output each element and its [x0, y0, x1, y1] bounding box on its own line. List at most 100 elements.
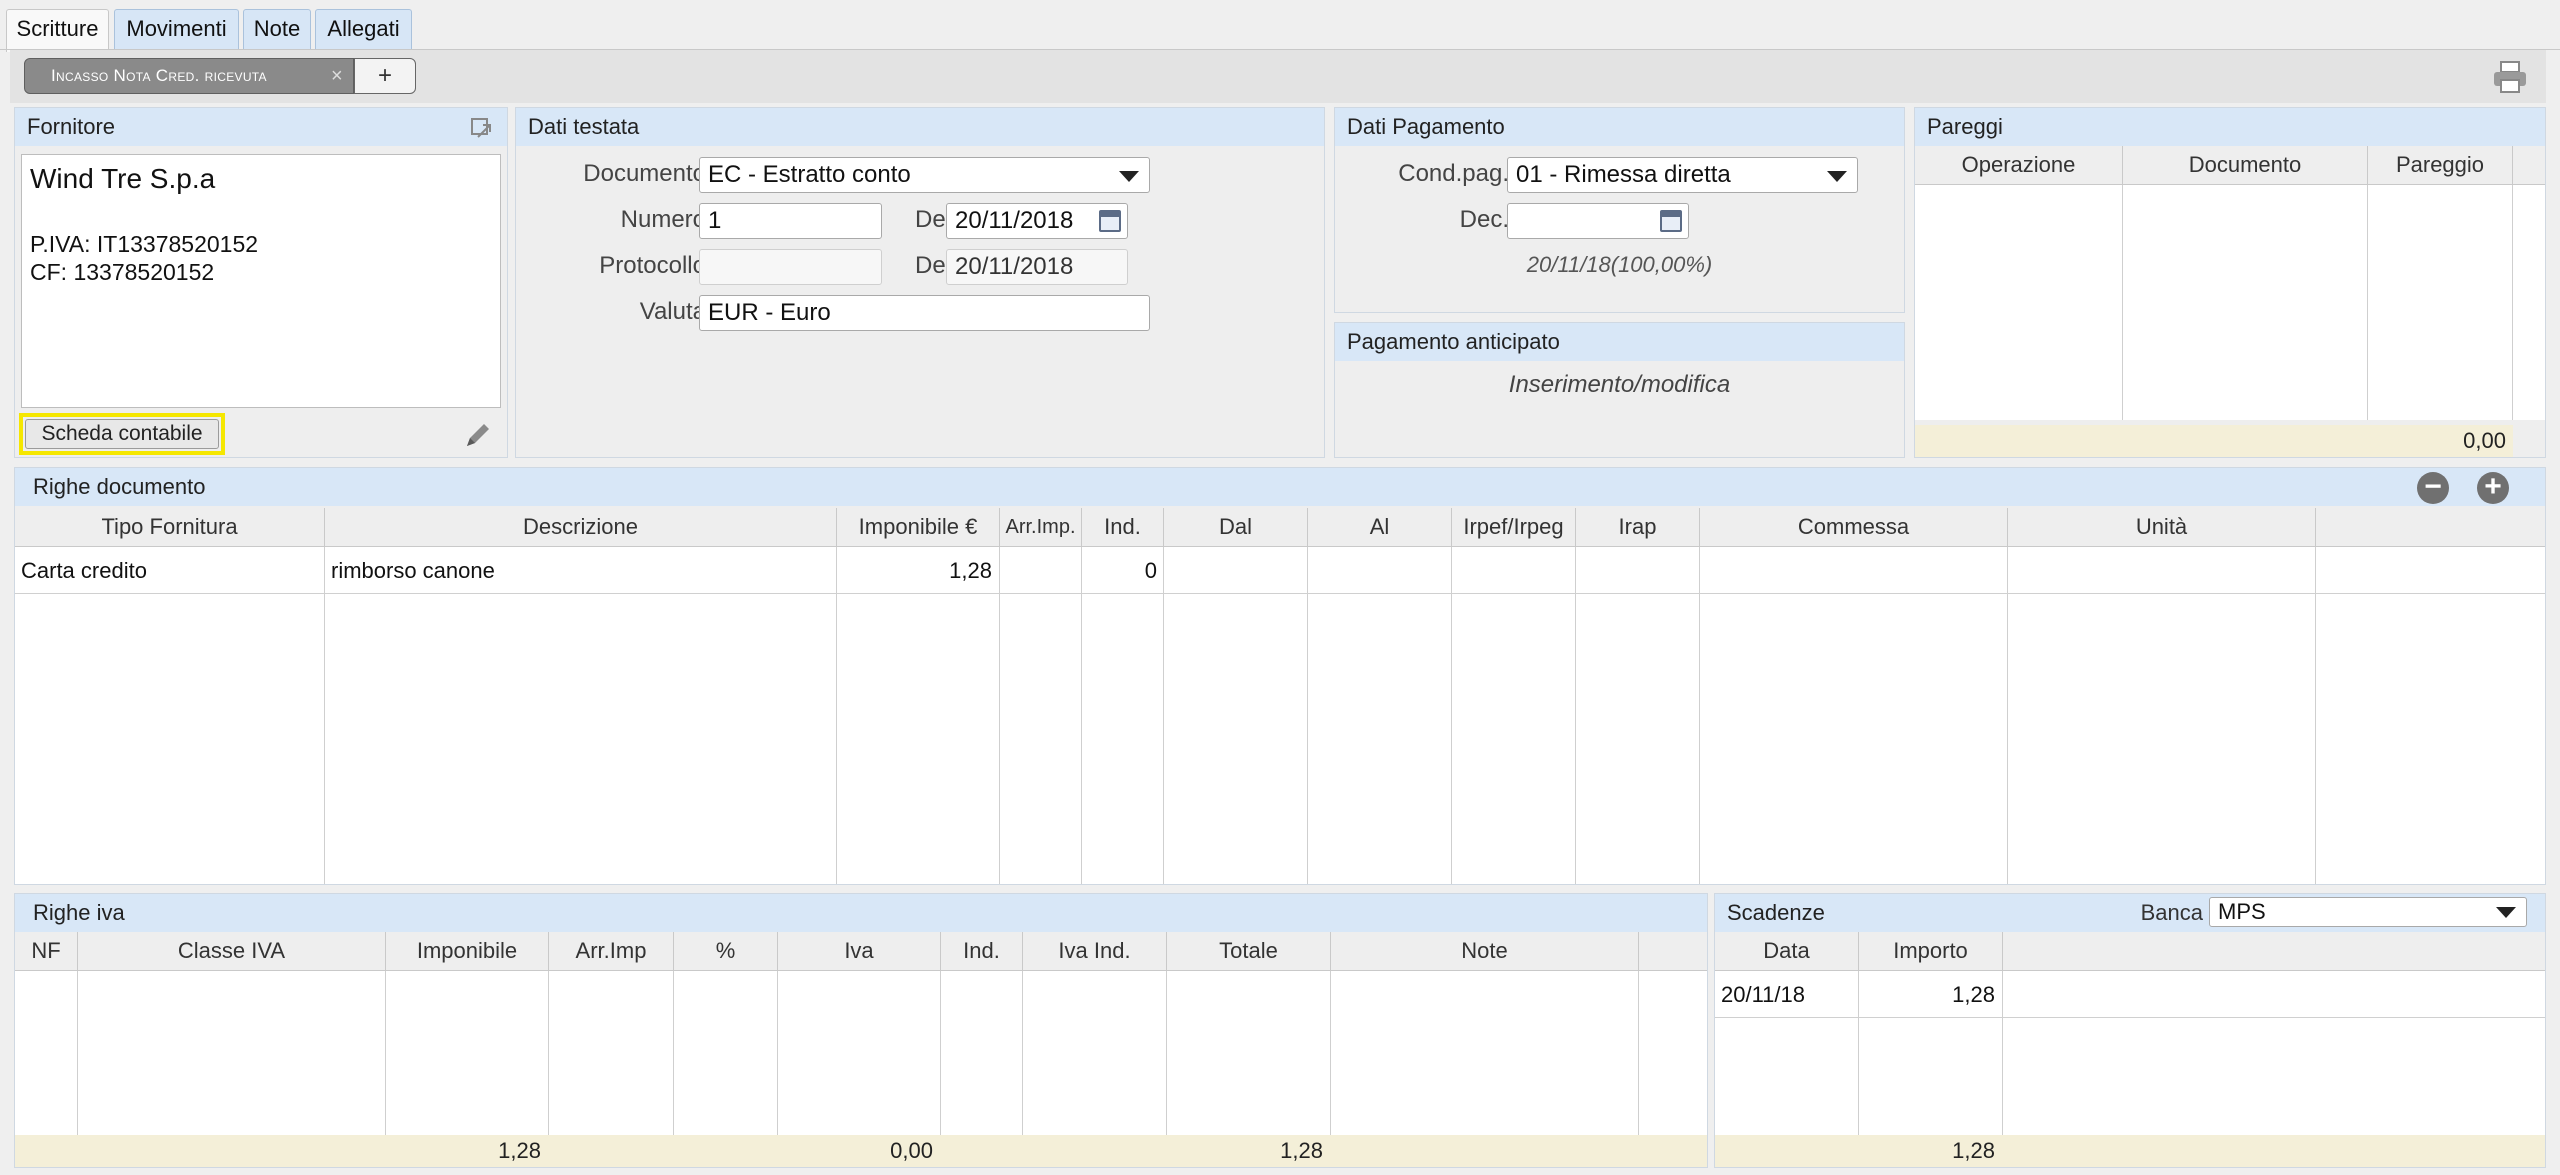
valuta-field[interactable]: EUR - Euro: [699, 295, 1150, 331]
document-type-label: Incasso Nota Cred. ricevuta: [51, 66, 267, 85]
table-row[interactable]: 20/11/18 1,28: [1715, 973, 2545, 1017]
testata-header: Dati testata: [516, 108, 1324, 146]
col-irpef-irpeg[interactable]: Irpef/Irpeg: [1452, 508, 1576, 546]
col-importo[interactable]: Importo: [1859, 932, 2003, 970]
cell-tipo-fornitura: Carta credito: [21, 558, 147, 583]
documento-select[interactable]: EC - Estratto conto: [699, 157, 1150, 193]
pareggi-panel: Pareggi Operazione Documento Pareggio 0,…: [1914, 107, 2546, 458]
anticipato-title: Pagamento anticipato: [1347, 329, 1560, 354]
dec-date-field[interactable]: [1507, 203, 1689, 239]
chevron-down-icon: [1119, 171, 1139, 182]
col-al[interactable]: Al: [1308, 508, 1452, 546]
scadenze-title: Scadenze: [1727, 900, 1825, 925]
col-descrizione[interactable]: Descrizione: [325, 508, 837, 546]
col-irap[interactable]: Irap: [1576, 508, 1700, 546]
add-document-tab-button[interactable]: +: [354, 58, 416, 94]
chevron-down-icon: [1827, 171, 1847, 182]
testata-title: Dati testata: [528, 114, 640, 139]
add-row-button[interactable]: +: [2477, 472, 2509, 504]
dec-label: Dec.: [1459, 206, 1509, 233]
protocollo-date-field[interactable]: 20/11/2018: [946, 249, 1128, 285]
fornitore-header: Fornitore: [15, 108, 507, 146]
iva-total-imponibile: 1,28: [498, 1138, 541, 1163]
banca-label: Banca: [2140, 900, 2203, 925]
calendar-icon[interactable]: [1660, 210, 1682, 232]
col-arr-imp[interactable]: Arr.Imp.: [1000, 508, 1082, 546]
col-classe-iva[interactable]: Classe IVA: [78, 932, 386, 970]
col-note[interactable]: Note: [1331, 932, 1639, 970]
col-iva[interactable]: Iva: [778, 932, 941, 970]
scheda-highlight: Scheda contabile: [19, 413, 225, 455]
col-commessa[interactable]: Commessa: [1700, 508, 2008, 546]
pareggi-grid-header: Operazione Documento Pareggio: [1915, 146, 2545, 185]
pagamento-summary: 20/11/18(100,00%): [1526, 252, 1713, 277]
col-documento[interactable]: Documento: [2123, 146, 2368, 184]
banca-select[interactable]: MPS: [2209, 897, 2527, 927]
pareggi-title: Pareggi: [1927, 114, 2003, 139]
cell-descrizione: rimborso canone: [331, 558, 495, 583]
pagamento-header: Dati Pagamento: [1335, 108, 1904, 146]
del2-label: Del: [914, 252, 951, 279]
table-row[interactable]: Carta credito rimborso canone 1,28 0: [15, 549, 2545, 593]
col-iva-ind[interactable]: Ind.: [941, 932, 1023, 970]
righe-documento-panel: Righe documento − + Tipo Fornitura Descr…: [14, 467, 2546, 885]
col-imponibile[interactable]: Imponibile €: [837, 508, 1000, 546]
col-iva-ind-amount[interactable]: Iva Ind.: [1023, 932, 1167, 970]
fornitore-address-box: Wind Tre S.p.a P.IVA: IT13378520152 CF: …: [21, 154, 501, 408]
chevron-down-icon: [2496, 907, 2516, 918]
righe-iva-header: Righe iva: [15, 894, 1707, 932]
righe-documento-grid-header: Tipo Fornitura Descrizione Imponibile € …: [15, 508, 2545, 547]
col-dal[interactable]: Dal: [1164, 508, 1308, 546]
testata-panel: Dati testata Documento EC - Estratto con…: [515, 107, 1325, 458]
protocollo-field[interactable]: [699, 249, 882, 285]
tab-note[interactable]: Note: [243, 9, 311, 50]
col-iva-imponibile[interactable]: Imponibile: [386, 932, 549, 970]
tab-movimenti[interactable]: Movimenti: [114, 9, 239, 50]
pagamento-panel: Dati Pagamento Cond.pag. 01 - Rimessa di…: [1334, 107, 1905, 313]
remove-row-button[interactable]: −: [2417, 472, 2449, 504]
cell-ind: 0: [1144, 558, 1157, 583]
document-toolbar: Incasso Nota Cred. ricevuta × +: [10, 49, 2546, 103]
righe-documento-grid-body: Carta credito rimborso canone 1,28 0: [15, 547, 2545, 884]
link-icon[interactable]: [469, 116, 493, 140]
col-nf[interactable]: NF: [15, 932, 78, 970]
close-icon[interactable]: ×: [331, 59, 343, 93]
righe-iva-grid-header: NF Classe IVA Imponibile Arr.Imp % Iva I…: [15, 932, 1707, 971]
iva-total-totale: 1,28: [1280, 1138, 1323, 1163]
calendar-icon[interactable]: [1099, 210, 1121, 232]
col-unita[interactable]: Unità: [2008, 508, 2316, 546]
scheda-contabile-button[interactable]: Scheda contabile: [25, 419, 219, 449]
numero-label: Numero: [620, 206, 706, 233]
numero-field[interactable]: 1: [699, 203, 882, 239]
documento-label: Documento: [583, 160, 706, 187]
col-pareggio[interactable]: Pareggio: [2368, 146, 2513, 184]
pareggi-grid-body: [1915, 185, 2545, 420]
tab-allegati[interactable]: Allegati: [315, 9, 412, 50]
scadenze-grid-header: Data Importo: [1715, 932, 2545, 971]
righe-iva-title: Righe iva: [33, 900, 125, 925]
cond-pag-select[interactable]: 01 - Rimessa diretta: [1507, 157, 1858, 193]
document-type-tab[interactable]: Incasso Nota Cred. ricevuta ×: [24, 58, 354, 94]
col-percent[interactable]: %: [674, 932, 778, 970]
fornitore-piva: P.IVA: IT13378520152: [30, 231, 259, 257]
printer-icon[interactable]: [2492, 60, 2528, 94]
pareggi-total: 0,00: [2463, 428, 2506, 453]
col-tipo-fornitura[interactable]: Tipo Fornitura: [15, 508, 325, 546]
righe-iva-panel: Righe iva NF Classe IVA Imponibile Arr.I…: [14, 893, 1708, 1168]
protocollo-label: Protocollo: [599, 252, 706, 279]
tab-scritture[interactable]: Scritture: [6, 9, 109, 52]
pareggi-footer: 0,00: [1915, 425, 2513, 457]
fornitore-name: Wind Tre S.p.a: [30, 163, 216, 194]
col-totale[interactable]: Totale: [1167, 932, 1331, 970]
col-iva-arr-imp[interactable]: Arr.Imp: [549, 932, 674, 970]
cond-pag-label: Cond.pag.: [1398, 160, 1509, 187]
inserimento-modifica-link[interactable]: Inserimento/modifica: [1335, 371, 1904, 399]
valuta-label: Valuta: [639, 298, 706, 325]
pencil-icon[interactable]: [463, 420, 493, 450]
col-operazione[interactable]: Operazione: [1915, 146, 2123, 184]
col-ind[interactable]: Ind.: [1082, 508, 1164, 546]
documento-value: EC - Estratto conto: [708, 161, 911, 188]
cond-pag-value: 01 - Rimessa diretta: [1516, 161, 1731, 188]
col-data[interactable]: Data: [1715, 932, 1859, 970]
del-date-field[interactable]: 20/11/2018: [946, 203, 1128, 239]
